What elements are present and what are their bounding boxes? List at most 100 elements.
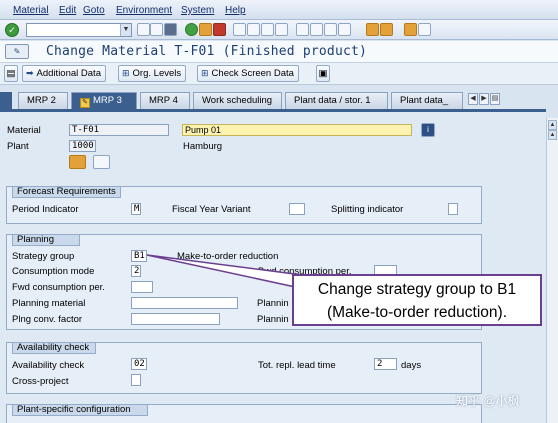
period-indicator-label: Period Indicator [12, 204, 79, 215]
availability-check-field[interactable]: 02 [131, 358, 147, 370]
splitting-indicator-field[interactable] [448, 203, 458, 215]
org-levels-button[interactable]: ⊞ Org. Levels [118, 65, 187, 82]
next-page-icon[interactable] [310, 23, 323, 36]
tab-scroll-right-icon[interactable]: ▶ [479, 93, 489, 105]
additional-data-label: Additional Data [36, 68, 101, 79]
fwd-consumption-label: Fwd consumption per. [12, 282, 105, 293]
exit-icon[interactable] [199, 23, 212, 36]
consumption-mode-label: Consumption mode [12, 266, 95, 277]
copy-icon[interactable]: ▤ [4, 65, 18, 82]
find-next-icon[interactable] [261, 23, 274, 36]
tab-list-icon[interactable]: ▤ [490, 93, 500, 105]
org-levels-label: Org. Levels [132, 68, 182, 79]
scroll-up-fast-icon[interactable]: ▲ [548, 130, 557, 140]
check-screen-data-button[interactable]: ⊞ Check Screen Data [197, 65, 299, 82]
edit-icon: ✎ [80, 98, 90, 108]
menu-material[interactable]: Material [13, 5, 49, 16]
menu-edit[interactable]: Edit [59, 5, 76, 16]
tab-mrp-3[interactable]: ✎ MRP 3 [71, 92, 137, 109]
fiscal-year-variant-field[interactable] [289, 203, 305, 215]
layout-icon[interactable] [380, 23, 393, 36]
fwd-consumption-field[interactable] [131, 281, 153, 293]
additional-data-button[interactable]: ➡ Additional Data [22, 65, 106, 82]
scroll-up-icon[interactable]: ▲ [548, 120, 557, 130]
arrow-right-icon: ➡ [26, 68, 34, 78]
standard-toolbar: ✓ ▼ [0, 20, 558, 40]
document-icon[interactable] [93, 155, 110, 169]
availability-check-title: Availability check [12, 342, 96, 354]
annotation-callout: Change strategy group to B1 (Make-to-ord… [292, 274, 542, 326]
print-icon[interactable] [233, 23, 246, 36]
material-label: Material [7, 125, 41, 136]
strategy-group-label: Strategy group [12, 251, 75, 262]
customize-icon[interactable] [418, 23, 431, 36]
page-title: Change Material T-F01 (Finished product) [46, 44, 368, 59]
check-screen-data-label: Check Screen Data [211, 68, 294, 79]
tot-repl-lead-time-label: Tot. repl. lead time [258, 360, 336, 371]
planning-material-field[interactable] [131, 297, 238, 309]
splitting-indicator-label: Splitting indicator [331, 204, 404, 215]
planning-conv-label: Plannin [257, 314, 289, 325]
strategy-group-field[interactable]: B1 [131, 250, 147, 262]
first-page-icon[interactable] [275, 23, 288, 36]
shortcut-icon[interactable] [366, 23, 379, 36]
chevron-down-icon[interactable]: ▼ [120, 24, 131, 36]
cross-project-checkbox[interactable] [131, 374, 141, 386]
planning-material-label: Planning material [12, 298, 86, 309]
menu-help[interactable]: Help [225, 5, 246, 16]
previous-page-icon[interactable] [296, 23, 309, 36]
org-levels-icon: ⊞ [122, 68, 130, 78]
toolbar-separator-icon [137, 23, 150, 36]
forecast-requirements-title: Forecast Requirements [12, 186, 121, 198]
save-icon[interactable] [164, 23, 177, 36]
plng-conv-factor-label: Plng conv. factor [12, 314, 83, 325]
plant-field: 1000 [69, 140, 96, 152]
back-arrow-icon[interactable] [150, 23, 163, 36]
help-icon[interactable] [404, 23, 417, 36]
plant-specific-configuration-group: Plant-specific configuration [6, 404, 482, 423]
plng-conv-factor-field[interactable] [131, 313, 220, 325]
find-icon[interactable] [247, 23, 260, 36]
menu-system[interactable]: System [181, 5, 214, 16]
tab-plant-data-stor-1[interactable]: Plant data / stor. 1 [285, 92, 388, 109]
tot-repl-lead-time-field[interactable]: 2 [374, 358, 397, 370]
back-icon[interactable] [185, 23, 198, 36]
menu-environment[interactable]: Environment [116, 5, 172, 16]
tab-scroll-left-icon[interactable]: ◀ [468, 93, 478, 105]
planning-plant-label: Plannin [257, 298, 289, 309]
vertical-scrollbar[interactable]: ▲ ▲ [546, 118, 558, 423]
last-page-icon[interactable] [324, 23, 337, 36]
consumption-mode-field[interactable]: 2 [131, 265, 141, 277]
enter-icon[interactable]: ✓ [5, 23, 19, 37]
plant-name: Hamburg [183, 141, 223, 152]
plant-label: Plant [7, 141, 29, 152]
watermark: 知乎 @小枫 [456, 394, 520, 408]
strategy-group-description: Make-to-order reduction [177, 251, 279, 262]
tot-repl-unit: days [401, 360, 422, 371]
info-icon[interactable]: i [421, 123, 435, 137]
material-field: T-F01 [69, 124, 169, 136]
lock-icon[interactable]: ▣ [316, 65, 330, 82]
fiscal-year-variant-label: Fiscal Year Variant [172, 204, 251, 215]
tab-mrp-3-label: MRP 3 [93, 95, 122, 106]
planning-title: Planning [12, 234, 80, 246]
application-toolbar: ▤ ➡ Additional Data ⊞ Org. Levels ⊞ Check S… [0, 63, 558, 85]
display-change-icon[interactable]: ✎ [5, 44, 29, 59]
cancel-icon[interactable] [213, 23, 226, 36]
plant-specific-configuration-title: Plant-specific configuration [12, 404, 148, 416]
period-indicator-field[interactable]: M [131, 203, 141, 215]
title-bar: ✎ Change Material T-F01 (Finished produc… [0, 41, 558, 63]
tab-mrp-4[interactable]: MRP 4 [140, 92, 190, 109]
callout-line-1: Change strategy group to B1 [317, 281, 517, 298]
callout-line-2: (Make-to-order reduction). [326, 304, 508, 321]
menu-goto[interactable]: Goto [83, 5, 105, 16]
command-field[interactable]: ▼ [26, 23, 132, 37]
menu-bar: Material Edit Goto Environment System He… [0, 0, 558, 20]
new-session-icon[interactable] [338, 23, 351, 36]
tab-plant-data[interactable]: Plant data_ [391, 92, 463, 109]
tab-work-scheduling[interactable]: Work scheduling [193, 92, 282, 109]
availability-check-label: Availability check [12, 360, 85, 371]
tab-mrp-2[interactable]: MRP 2 [18, 92, 68, 109]
check-icon: ⊞ [201, 68, 209, 78]
change-icon[interactable] [69, 155, 86, 169]
